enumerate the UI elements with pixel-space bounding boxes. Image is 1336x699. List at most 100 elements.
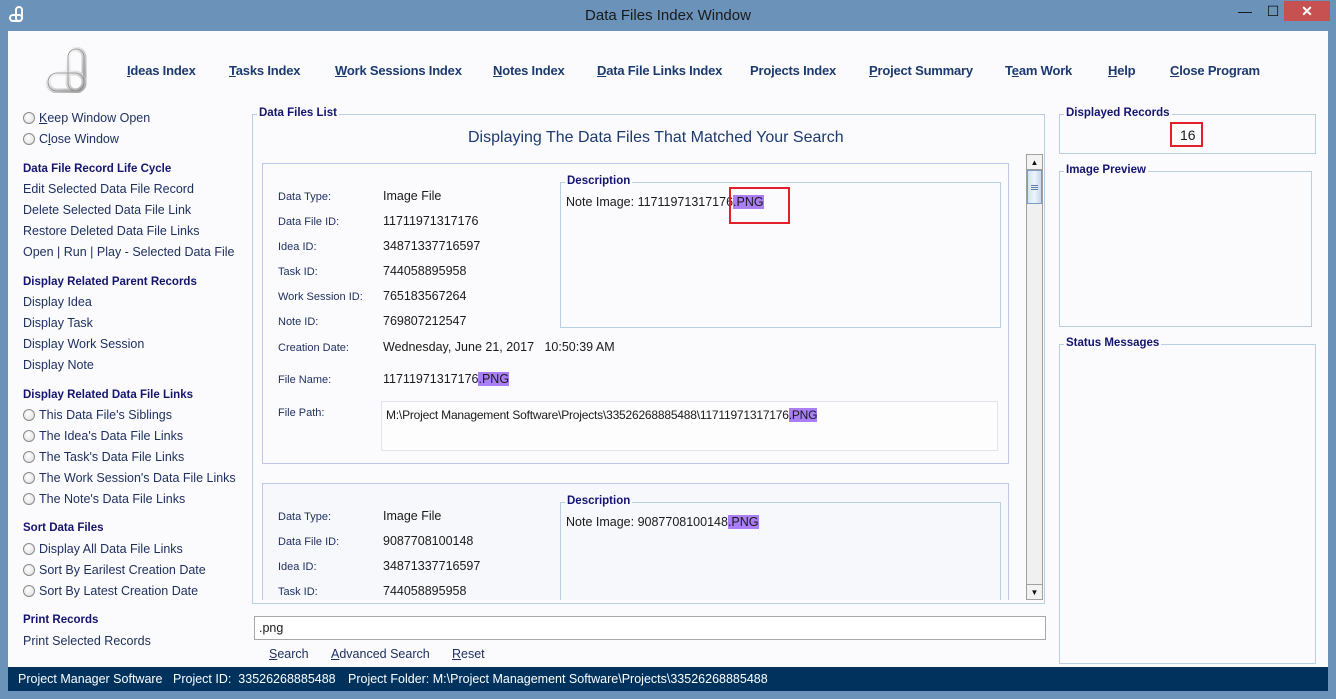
reset-button[interactable]: Reset — [452, 647, 485, 661]
radio-button-icon[interactable] — [23, 564, 35, 576]
nav-projects-index[interactable]: Projects Index — [750, 63, 836, 78]
scroll-up-arrow-icon[interactable]: ▲ — [1027, 155, 1042, 170]
related-links-heading: Display Related Data File Links — [23, 389, 194, 401]
nav-label: ork Sessions Index — [346, 63, 462, 78]
search-button[interactable]: Search — [269, 647, 309, 661]
search-highlight: .PNG — [727, 515, 759, 529]
status-bar: Project Manager Software Project ID: 335… — [8, 667, 1328, 691]
display-task-link[interactable]: Display Task — [23, 316, 93, 330]
image-preview-label: Image Preview — [1064, 164, 1148, 176]
file-path-box: M:\Project Management Software\Projects\… — [381, 401, 998, 451]
display-note-link[interactable]: Display Note — [23, 358, 94, 372]
note-id-value: 769807212547 — [383, 314, 467, 328]
radio-button-icon[interactable] — [23, 133, 35, 145]
radio-button-icon[interactable] — [23, 543, 35, 555]
field-label: Work Session ID: — [278, 291, 363, 303]
restore-deleted-links[interactable]: Restore Deleted Data File Links — [23, 224, 199, 238]
callout-highlight-box — [729, 187, 790, 224]
radio-button-icon[interactable] — [23, 112, 35, 124]
nav-close-program[interactable]: Close Program — [1170, 63, 1260, 78]
nav-project-summary[interactable]: Project Summary — [869, 63, 973, 78]
radio-idea-links[interactable]: The Idea's Data File Links — [23, 429, 183, 443]
nav-tasks-index[interactable]: Tasks Index — [229, 63, 300, 78]
minimize-button[interactable]: — — [1232, 1, 1258, 21]
app-name: Project Manager Software — [18, 672, 163, 686]
description-base: Note Image: 9087708100148 — [566, 515, 728, 529]
radio-label: The Work Session's Data File Links — [39, 471, 236, 485]
radio-close-window[interactable]: Close Window — [23, 132, 119, 146]
description-base: Note Image: 11711971317176 — [566, 195, 734, 209]
advanced-search-button[interactable]: Advanced Search — [331, 647, 430, 661]
edit-selected-record-link[interactable]: Edit Selected Data File Record — [23, 182, 194, 196]
nav-data-file-links-index[interactable]: Data File Links Index — [597, 63, 722, 78]
radio-note-links[interactable]: The Note's Data File Links — [23, 492, 185, 506]
field-label: Idea ID: — [278, 241, 317, 253]
data-file-id-value: 11711971317176 — [383, 214, 479, 228]
description-box: Description Note Image: 9087708100148.PN… — [560, 495, 1001, 600]
nav-label: elp — [1117, 63, 1136, 78]
mnemonic: H — [1108, 63, 1118, 78]
radio-work-session-links[interactable]: The Work Session's Data File Links — [23, 471, 236, 485]
open-run-play-link[interactable]: Open | Run | Play - Selected Data File — [23, 245, 234, 259]
radio-siblings[interactable]: This Data File's Siblings — [23, 408, 172, 422]
delete-selected-link[interactable]: Delete Selected Data File Link — [23, 203, 191, 217]
task-id-value: 744058895958 — [383, 584, 467, 598]
description-label: Description — [565, 175, 633, 187]
search-input[interactable] — [254, 616, 1046, 640]
radio-keep-window-open[interactable]: Keep Window Open — [23, 111, 150, 125]
radio-button-icon[interactable] — [23, 493, 35, 505]
close-button[interactable]: ✕ — [1284, 1, 1330, 21]
grip-icon — [1031, 184, 1038, 190]
radio-label: This Data File's Siblings — [39, 408, 172, 422]
data-type-value: Image File — [383, 189, 442, 203]
display-work-session-link[interactable]: Display Work Session — [23, 337, 144, 351]
scroll-down-arrow-icon[interactable]: ▼ — [1027, 584, 1042, 599]
nav-label: deas Index — [130, 63, 196, 78]
button-label: earch — [277, 647, 309, 661]
records-scrollbar[interactable]: ▲ ▼ — [1026, 154, 1043, 600]
radio-display-all[interactable]: Display All Data File Links — [23, 542, 183, 556]
radio-sort-latest[interactable]: Sort By Latest Creation Date — [23, 584, 198, 598]
displayed-records-label: Displayed Records — [1064, 107, 1172, 119]
nav-help[interactable]: Help — [1108, 63, 1136, 78]
client-area: Ideas Index Tasks Index Work Sessions In… — [8, 31, 1328, 691]
nav-work-sessions-index[interactable]: Work Sessions Index — [335, 63, 462, 78]
record-card[interactable]: Data Type: Image File Data File ID: 1171… — [262, 163, 1009, 464]
maximize-icon: ☐ — [1266, 2, 1280, 19]
mnemonic: C — [1170, 63, 1180, 78]
status-messages-label: Status Messages — [1064, 337, 1162, 349]
display-idea-link[interactable]: Display Idea — [23, 295, 92, 309]
radio-button-icon[interactable] — [23, 585, 35, 597]
field-label: File Path: — [278, 407, 325, 419]
project-id: Project ID: 33526268885488 — [173, 672, 336, 686]
file-name-value: 11711971317176.PNG — [383, 372, 510, 386]
nav-ideas-index[interactable]: Ideas Index — [127, 63, 196, 78]
radio-button-icon[interactable] — [23, 472, 35, 484]
file-name-base: 11711971317176 — [383, 372, 479, 386]
radio-task-links[interactable]: The Task's Data File Links — [23, 450, 184, 464]
minimize-icon: — — [1238, 3, 1252, 19]
radio-label: Sort By Earilest Creation Date — [39, 563, 206, 577]
print-selected-records-link[interactable]: Print Selected Records — [23, 634, 151, 648]
maximize-button[interactable]: ☐ — [1260, 1, 1286, 21]
nav-label: asks Index — [235, 63, 301, 78]
scroll-thumb[interactable] — [1027, 170, 1042, 204]
radio-button-icon[interactable] — [23, 409, 35, 421]
field-label: Task ID: — [278, 586, 318, 598]
radio-button-icon[interactable] — [23, 451, 35, 463]
records-scroll-area[interactable]: Data Type: Image File Data File ID: 1171… — [260, 154, 1020, 600]
field-label: Data Type: — [278, 511, 331, 523]
data-files-list-label: Data Files List — [257, 107, 339, 119]
record-card[interactable]: Data Type: Image File Data File ID: 9087… — [262, 483, 1009, 600]
field-label: Note ID: — [278, 316, 319, 328]
radio-button-icon[interactable] — [23, 430, 35, 442]
radio-label: eep Window Open — [47, 111, 151, 125]
nav-label: am Work — [1018, 63, 1073, 78]
nav-label: otes Index — [502, 63, 565, 78]
radio-sort-earliest[interactable]: Sort By Earilest Creation Date — [23, 563, 206, 577]
field-label: Task ID: — [278, 266, 318, 278]
nav-notes-index[interactable]: Notes Index — [493, 63, 565, 78]
title-bar[interactable]: Data Files Index Window — ☐ ✕ — [0, 0, 1336, 31]
sort-heading: Sort Data Files — [23, 522, 104, 534]
nav-team-work[interactable]: Team Work — [1005, 63, 1072, 78]
